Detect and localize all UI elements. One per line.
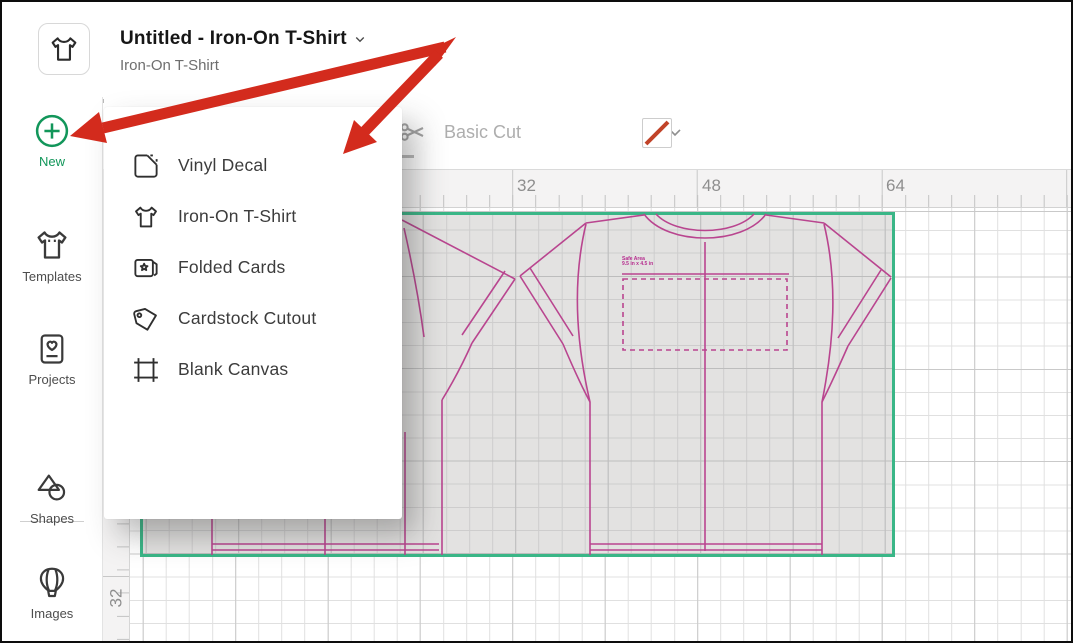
ruler-label: 64 (886, 176, 905, 196)
sidebar-item-label: Templates (2, 269, 102, 284)
folded-cards-icon (131, 253, 161, 283)
sidebar-item-templates[interactable]: Templates (2, 225, 102, 284)
ruler-label: 32 (517, 176, 536, 196)
menu-item-blank-canvas[interactable]: Blank Canvas (104, 344, 402, 395)
sidebar-item-new[interactable]: New (2, 112, 102, 169)
design-area-label: Safe Area 9.5 in x 4.5 in (622, 257, 692, 267)
triangle-circle-icon (33, 469, 71, 507)
vinyl-decal-icon (131, 151, 161, 181)
menu-item-label: Iron-On T-Shirt (178, 206, 296, 227)
menu-item-label: Vinyl Decal (178, 155, 267, 176)
sidebar-item-label: New (2, 154, 102, 169)
sidebar: New Templates Projects Shapes (2, 97, 103, 643)
menu-item-iron-on-t-shirt[interactable]: Iron-On T-Shirt (104, 191, 402, 242)
sidebar-item-images[interactable]: Images (2, 564, 102, 621)
no-color-swatch[interactable] (642, 118, 672, 148)
project-subtitle: Iron-On T-Shirt (120, 57, 219, 74)
ruler-label: 48 (702, 176, 721, 196)
menu-item-label: Folded Cards (178, 257, 285, 278)
partial-hidden-element (400, 155, 414, 158)
project-card-heart-icon (33, 330, 71, 368)
sidebar-item-label: Images (2, 606, 102, 621)
project-logo-button[interactable] (38, 23, 90, 75)
menu-item-folded-cards[interactable]: Folded Cards (104, 242, 402, 293)
no-color-slash-icon (643, 119, 671, 147)
app-window: Safe Area 9.5 in x 4.5 in 32 48 64 8 32 … (0, 0, 1073, 643)
menu-item-label: Blank Canvas (178, 359, 288, 380)
t-shirt-icon (47, 32, 81, 66)
ruler-label: 32 (100, 586, 134, 611)
plus-circle-icon (33, 112, 71, 150)
chevron-down-icon[interactable] (351, 30, 369, 48)
page-title: Untitled - Iron-On T-Shirt (120, 28, 347, 50)
t-shirt-icon (131, 202, 161, 232)
blank-canvas-icon (131, 355, 161, 385)
hot-air-balloon-icon (33, 564, 71, 602)
edit-toolbar: Basic Cut (392, 97, 1073, 169)
linetype-label: Basic Cut (444, 122, 521, 143)
menu-item-cardstock-cutout[interactable]: Cardstock Cutout (104, 293, 402, 344)
sidebar-item-label: Shapes (2, 511, 102, 526)
cardstock-tag-icon (131, 304, 161, 334)
t-shirt-icon (32, 225, 72, 265)
sidebar-item-shapes[interactable]: Shapes (2, 469, 102, 526)
menu-item-vinyl-decal[interactable]: Vinyl Decal (104, 140, 402, 191)
scissors-icon (398, 117, 428, 147)
new-project-dropdown-menu: Vinyl Decal Iron-On T-Shirt Folded Cards (104, 107, 402, 519)
sidebar-item-projects[interactable]: Projects (2, 330, 102, 387)
menu-item-label: Cardstock Cutout (178, 308, 316, 329)
sidebar-item-label: Projects (2, 372, 102, 387)
